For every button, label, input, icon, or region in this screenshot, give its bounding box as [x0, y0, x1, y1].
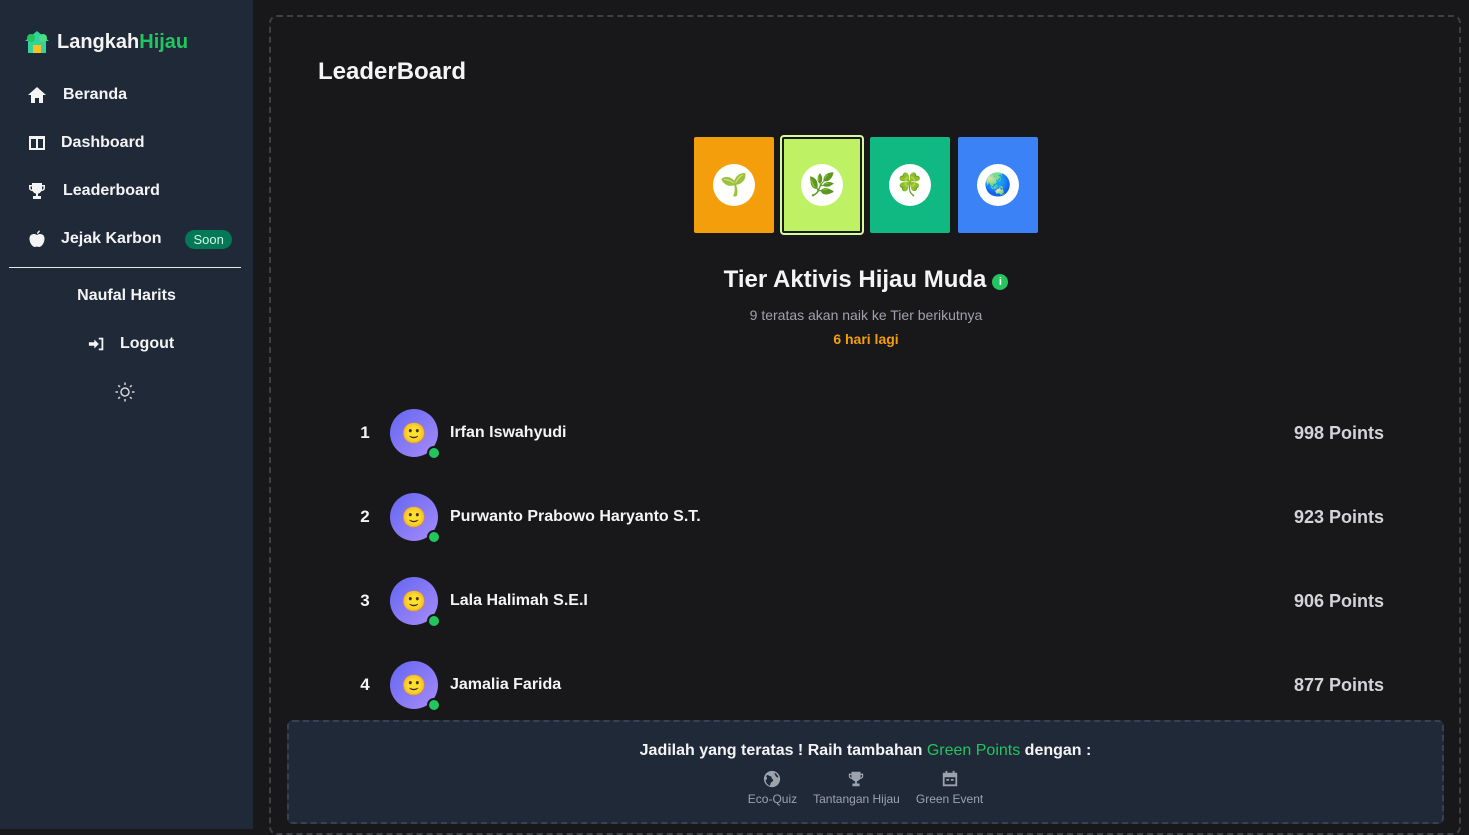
avatar: 🙂: [390, 577, 441, 628]
seedling-icon: 🌱: [713, 164, 755, 206]
sidebar-item-dashboard[interactable]: Dashboard: [27, 133, 145, 153]
player-points: 877 Points: [1293, 674, 1384, 695]
green-event-link[interactable]: Green Event: [916, 770, 983, 806]
cta-links: Eco-Quiz Tantangan Hijau Green Event: [289, 770, 1442, 806]
leaderboard-row[interactable]: 2 🙂 Purwanto Prabowo Haryanto S.T. 923 P…: [340, 489, 1390, 545]
globe-icon: [764, 770, 781, 788]
sidebar-item-jejak-karbon[interactable]: Jejak Karbon Soon: [27, 229, 232, 249]
tier-countdown: 6 hari lagi: [833, 331, 899, 347]
info-icon[interactable]: i: [992, 274, 1009, 290]
tantangan-hijau-link[interactable]: Tantangan Hijau: [813, 770, 900, 806]
player-points: 998 Points: [1293, 422, 1384, 443]
layout-icon: [29, 136, 45, 150]
online-status-dot: [427, 530, 441, 544]
trophy-icon: [29, 183, 45, 199]
sidebar-divider: [9, 267, 241, 268]
tier-selector: 🌱 🌿 🍀 🌏: [694, 135, 1046, 235]
leaderboard-row[interactable]: 3 🙂 Lala Halimah S.E.I 906 Points: [340, 573, 1390, 629]
user-name: Naufal Harits: [77, 287, 176, 304]
avatar: 🙂: [390, 661, 441, 712]
player-points: 906 Points: [1293, 590, 1384, 611]
cta-text-after: dengan :: [1020, 742, 1092, 759]
player-name: Jamalia Farida: [450, 676, 562, 693]
rank-number: 1: [360, 423, 370, 442]
player-name: Purwanto Prabowo Haryanto S.T.: [450, 508, 701, 525]
brand-name-part2: Hijau: [139, 30, 189, 53]
tier-clover[interactable]: 🍀: [870, 137, 950, 233]
tier-title: Tier Aktivis Hijau Muda i: [600, 266, 1132, 294]
cta-text: Jadilah yang teratas ! Raih tambahan Gre…: [289, 742, 1442, 760]
avatar: 🙂: [390, 409, 441, 460]
sidebar: Langkah Hijau Beranda Dashboard Leaderboa…: [0, 0, 253, 829]
sidebar-item-label: Leaderboard: [63, 182, 160, 199]
tier-title-text: Tier Aktivis Hijau Muda: [723, 266, 987, 293]
eco-quiz-label: Eco-Quiz: [747, 792, 798, 806]
sun-icon[interactable]: [114, 381, 136, 403]
page-title: LeaderBoard: [318, 58, 467, 85]
cta-text-before: Jadilah yang teratas ! Raih tambahan: [639, 742, 927, 759]
online-status-dot: [427, 614, 441, 628]
green-points-cta: Jadilah yang teratas ! Raih tambahan Gre…: [287, 720, 1444, 824]
player-points: 923 Points: [1293, 506, 1384, 527]
online-status-dot: [427, 698, 441, 712]
sidebar-item-label: Beranda: [63, 86, 128, 103]
clover-icon: 🍀: [889, 164, 931, 206]
brand-name-part1: Langkah: [57, 30, 140, 53]
globe-icon: 🌏: [977, 164, 1019, 206]
sidebar-item-label: Dashboard: [61, 134, 145, 151]
soon-badge: Soon: [185, 229, 232, 249]
avatar: 🙂: [390, 493, 441, 544]
logout-label: Logout: [120, 335, 175, 352]
apple-icon: [29, 230, 45, 247]
trophy-icon: [849, 771, 864, 787]
rank-number: 4: [360, 675, 370, 694]
green-points-highlight: Green Points: [926, 742, 1021, 759]
green-event-label: Green Event: [915, 792, 984, 806]
online-status-dot: [427, 446, 441, 460]
brand-logo[interactable]: Langkah Hijau: [23, 29, 188, 55]
tier-seedling[interactable]: 🌱: [694, 137, 774, 233]
eco-quiz-link[interactable]: Eco-Quiz: [748, 770, 797, 806]
player-name: Lala Halimah S.E.I: [450, 592, 588, 609]
tier-subtitle: 9 teratas akan naik ke Tier berikutnya: [749, 307, 983, 323]
tier-globe[interactable]: 🌏: [958, 137, 1038, 233]
herb-icon: 🌿: [801, 164, 843, 206]
rank-number: 2: [360, 507, 370, 526]
sidebar-item-leaderboard[interactable]: Leaderboard: [27, 181, 160, 201]
sidebar-item-beranda[interactable]: Beranda: [27, 85, 127, 105]
leaderboard-row[interactable]: 4 🙂 Jamalia Farida 877 Points: [340, 657, 1390, 713]
home-icon: [28, 87, 46, 103]
logout-icon: [88, 337, 104, 351]
sidebar-item-label: Jejak Karbon: [61, 230, 162, 247]
logout-button[interactable]: Logout: [88, 335, 174, 353]
tantangan-hijau-label: Tantangan Hijau: [813, 792, 900, 806]
tier-herb[interactable]: 🌿: [780, 135, 864, 235]
rank-number: 3: [360, 591, 370, 610]
house-leaf-icon: [25, 31, 49, 53]
player-name: Irfan Iswahyudi: [450, 424, 567, 441]
leaderboard-row[interactable]: 1 🙂 Irfan Iswahyudi 998 Points: [340, 405, 1390, 461]
calendar-icon: [942, 770, 957, 787]
